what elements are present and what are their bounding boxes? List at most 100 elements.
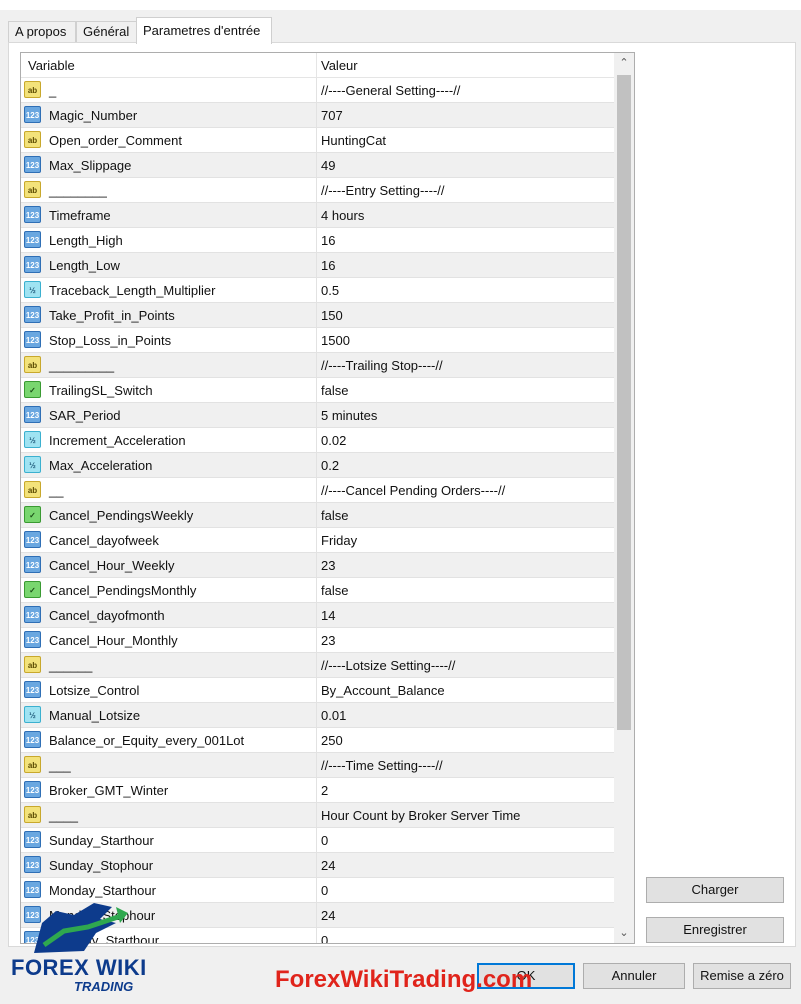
variable-value[interactable]: //----Entry Setting----//	[321, 183, 445, 198]
scrollbar-thumb[interactable]	[617, 75, 631, 730]
cell-separator	[316, 353, 317, 378]
variable-value[interactable]: false	[321, 583, 348, 598]
table-row[interactable]: ab ______ //----Lotsize Setting----//	[21, 653, 614, 678]
bool-type-icon: ✓	[24, 506, 41, 523]
column-header-value[interactable]: Valeur	[321, 58, 358, 73]
table-row[interactable]: ab ________ //----Entry Setting----//	[21, 178, 614, 203]
table-row[interactable]: ✓ TrailingSL_Switch false	[21, 378, 614, 403]
table-row[interactable]: ½ Manual_Lotsize 0.01	[21, 703, 614, 728]
variable-name: Timeframe	[49, 208, 111, 223]
variable-value[interactable]: 250	[321, 733, 343, 748]
double-type-icon: ½	[24, 431, 41, 448]
variable-value[interactable]: 0	[321, 933, 328, 943]
table-row[interactable]: 123 Broker_GMT_Winter 2	[21, 778, 614, 803]
tab-input-parameters[interactable]: Parametres d'entrée	[136, 17, 272, 44]
variable-value[interactable]: 0	[321, 833, 328, 848]
variable-value[interactable]: 150	[321, 308, 343, 323]
variable-name: Length_Low	[49, 258, 120, 273]
cell-separator	[316, 178, 317, 203]
table-row[interactable]: ½ Increment_Acceleration 0.02	[21, 428, 614, 453]
table-row[interactable]: ½ Max_Acceleration 0.2	[21, 453, 614, 478]
table-row[interactable]: 123 Balance_or_Equity_every_001Lot 250	[21, 728, 614, 753]
cancel-button[interactable]: Annuler	[583, 963, 685, 989]
variable-value[interactable]: 24	[321, 858, 335, 873]
variable-name: Open_order_Comment	[49, 133, 182, 148]
variable-value[interactable]: false	[321, 508, 348, 523]
variable-value[interactable]: 0	[321, 883, 328, 898]
variable-value[interactable]: 4 hours	[321, 208, 364, 223]
table-row[interactable]: ab ____ Hour Count by Broker Server Time	[21, 803, 614, 828]
vertical-scrollbar[interactable]: ⌃ ⌄	[614, 53, 634, 943]
column-header-variable[interactable]: Variable	[28, 58, 75, 73]
variable-value[interactable]: 0.01	[321, 708, 346, 723]
variable-value[interactable]: false	[321, 383, 348, 398]
table-row[interactable]: ab _________ //----Trailing Stop----//	[21, 353, 614, 378]
table-row[interactable]: 123 Cancel_dayofweek Friday	[21, 528, 614, 553]
table-row[interactable]: 123 Sunday_Stophour 24	[21, 853, 614, 878]
parameters-grid: Variable Valeur ab _ //----General Setting…	[20, 52, 635, 944]
variable-value[interactable]: //----Time Setting----//	[321, 758, 443, 773]
variable-value[interactable]: 16	[321, 258, 335, 273]
variable-value[interactable]: //----Trailing Stop----//	[321, 358, 443, 373]
table-row[interactable]: 123 Stop_Loss_in_Points 1500	[21, 328, 614, 353]
variable-value[interactable]: Friday	[321, 533, 357, 548]
table-row[interactable]: ✓ Cancel_PendingsWeekly false	[21, 503, 614, 528]
variable-value[interactable]: Hour Count by Broker Server Time	[321, 808, 520, 823]
variable-value[interactable]: 23	[321, 558, 335, 573]
cell-separator	[316, 703, 317, 728]
window-top-strip	[0, 0, 801, 10]
tab-general[interactable]: Général	[76, 21, 137, 43]
save-button[interactable]: Enregistrer	[646, 917, 784, 943]
variable-value[interactable]: By_Account_Balance	[321, 683, 445, 698]
variable-value[interactable]: //----Lotsize Setting----//	[321, 658, 455, 673]
variable-value[interactable]: //----General Setting----//	[321, 83, 460, 98]
table-row[interactable]: ab Open_order_Comment HuntingCat	[21, 128, 614, 153]
table-row[interactable]: ½ Traceback_Length_Multiplier 0.5	[21, 278, 614, 303]
table-row[interactable]: 123 Max_Slippage 49	[21, 153, 614, 178]
variable-value[interactable]: 14	[321, 608, 335, 623]
table-row[interactable]: 123 Magic_Number 707	[21, 103, 614, 128]
table-row[interactable]: 123 SAR_Period 5 minutes	[21, 403, 614, 428]
load-button[interactable]: Charger	[646, 877, 784, 903]
logo-subtext: TRADING	[74, 979, 134, 994]
variable-value[interactable]: 2	[321, 783, 328, 798]
table-row[interactable]: 123 Cancel_Hour_Monthly 23	[21, 628, 614, 653]
variable-value[interactable]: 0.02	[321, 433, 346, 448]
variable-value[interactable]: 24	[321, 908, 335, 923]
variable-value[interactable]: 0.5	[321, 283, 339, 298]
variable-value[interactable]: 16	[321, 233, 335, 248]
variable-value[interactable]: 23	[321, 633, 335, 648]
table-row[interactable]: 123 Lotsize_Control By_Account_Balance	[21, 678, 614, 703]
variable-name: Cancel_PendingsWeekly	[49, 508, 194, 523]
chevron-down-icon[interactable]: ⌄	[614, 923, 634, 943]
variable-value[interactable]: 49	[321, 158, 335, 173]
variable-value[interactable]: 0.2	[321, 458, 339, 473]
table-row[interactable]: ab ___ //----Time Setting----//	[21, 753, 614, 778]
cell-separator	[316, 78, 317, 103]
variable-value[interactable]: 5 minutes	[321, 408, 377, 423]
variable-value[interactable]: //----Cancel Pending Orders----//	[321, 483, 505, 498]
column-separator[interactable]	[316, 53, 317, 77]
variable-value[interactable]: HuntingCat	[321, 133, 386, 148]
table-row[interactable]: ab _ //----General Setting----//	[21, 78, 614, 103]
table-row[interactable]: ✓ Cancel_PendingsMonthly false	[21, 578, 614, 603]
chevron-up-icon[interactable]: ⌃	[614, 53, 634, 73]
variable-name: Broker_GMT_Winter	[49, 783, 169, 798]
table-row[interactable]: 123 Timeframe 4 hours	[21, 203, 614, 228]
integer-type-icon: 123	[24, 781, 41, 798]
table-row[interactable]: 123 Length_Low 16	[21, 253, 614, 278]
variable-value[interactable]: 1500	[321, 333, 350, 348]
cell-separator	[316, 428, 317, 453]
variable-value[interactable]: 707	[321, 108, 343, 123]
table-row[interactable]: 123 Cancel_Hour_Weekly 23	[21, 553, 614, 578]
table-row[interactable]: ab __ //----Cancel Pending Orders----//	[21, 478, 614, 503]
table-row[interactable]: 123 Sunday_Starthour 0	[21, 828, 614, 853]
cell-separator	[316, 528, 317, 553]
cell-separator	[316, 628, 317, 653]
tab-about[interactable]: A propos	[8, 21, 76, 43]
reset-button[interactable]: Remise a zéro	[693, 963, 791, 989]
table-row[interactable]: 123 Length_High 16	[21, 228, 614, 253]
integer-type-icon: 123	[24, 681, 41, 698]
table-row[interactable]: 123 Cancel_dayofmonth 14	[21, 603, 614, 628]
table-row[interactable]: 123 Take_Profit_in_Points 150	[21, 303, 614, 328]
